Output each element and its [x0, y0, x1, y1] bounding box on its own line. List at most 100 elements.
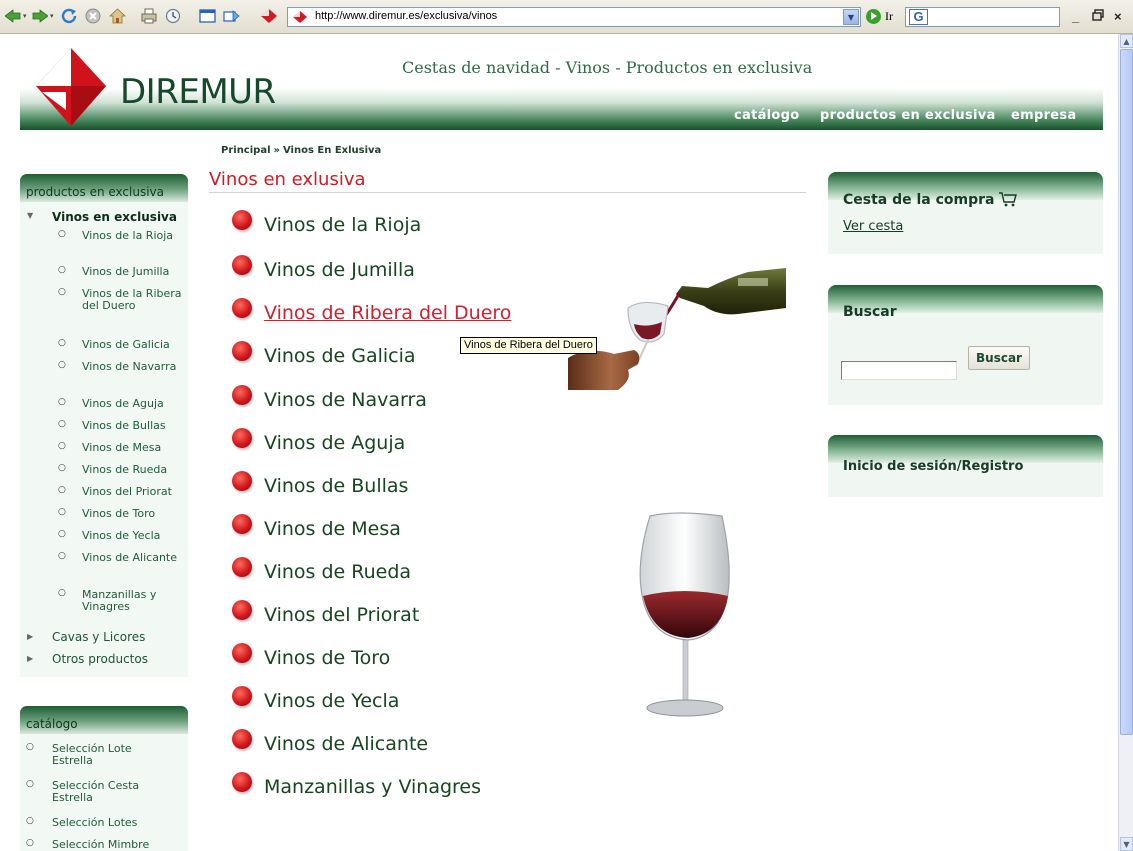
go-button-label[interactable]: Ir — [885, 9, 893, 24]
back-icon[interactable] — [4, 7, 22, 25]
title-divider — [209, 192, 806, 193]
wine-link[interactable]: Manzanillas y Vinagres — [264, 776, 481, 798]
scroll-up-icon[interactable]: ▲ — [1120, 34, 1133, 48]
wine-link[interactable]: Vinos de Navarra — [264, 389, 427, 411]
sidebar-subitem[interactable]: Vinos de Aguja — [82, 398, 182, 410]
forward-dropdown-icon[interactable]: ▾ — [50, 12, 56, 20]
send-page-icon[interactable] — [222, 7, 240, 25]
sidebar-subitem[interactable]: Manzanillas y Vinagres — [82, 589, 182, 613]
wine-link[interactable]: Vinos de Aguja — [264, 432, 405, 454]
wine-link[interactable]: Vinos de la Rioja — [264, 214, 421, 236]
search-input[interactable] — [841, 361, 957, 380]
expanded-arrow-icon[interactable]: ▼ — [27, 211, 33, 220]
collapsed-arrow-icon[interactable]: ▶ — [27, 632, 33, 641]
catalog-item[interactable]: Selección Cesta Estrella — [52, 780, 172, 804]
minimize-button[interactable]: _ — [1072, 9, 1079, 24]
red-ball-icon — [232, 255, 252, 275]
scroll-thumb[interactable] — [1120, 49, 1133, 735]
logo-icon[interactable] — [36, 48, 106, 126]
bullet-icon: ○ — [58, 229, 66, 239]
header-tagline: Cestas de navidad - Vinos - Productos en… — [402, 58, 813, 77]
breadcrumb-home[interactable]: Principal — [221, 145, 271, 156]
sidebar-subitem[interactable]: Vinos de Mesa — [82, 442, 182, 454]
search-button[interactable]: Buscar — [968, 346, 1030, 370]
stop-icon[interactable] — [84, 7, 102, 25]
sidebar-subitem[interactable]: Vinos del Priorat — [82, 486, 182, 498]
scroll-down-icon[interactable]: ▼ — [1120, 837, 1133, 851]
wine-link[interactable]: Vinos de Alicante — [264, 733, 428, 755]
shopping-cart-icon[interactable] — [998, 190, 1018, 212]
collapsed-arrow-icon[interactable]: ▶ — [27, 654, 33, 663]
sidebar-subitem[interactable]: Vinos de Jumilla — [82, 266, 182, 278]
sidebar-subitem[interactable]: Vinos de Yecla — [82, 530, 182, 542]
search-box-body — [828, 313, 1103, 405]
breadcrumb-current[interactable]: Vinos En Exlusiva — [283, 145, 381, 156]
wine-link[interactable]: Vinos de Toro — [264, 647, 390, 669]
bullet-icon: ○ — [58, 551, 66, 561]
site-header: DIREMUR Cestas de navidad - Vinos - Prod… — [20, 40, 1103, 130]
home-icon[interactable] — [108, 7, 126, 25]
wine-link[interactable]: Vinos de Mesa — [264, 518, 401, 540]
wine-link[interactable]: Vinos de Jumilla — [264, 259, 415, 281]
nav-empresa[interactable]: empresa — [1011, 108, 1077, 123]
wine-glass-image — [639, 512, 730, 717]
back-dropdown-icon[interactable]: ▾ — [23, 12, 29, 20]
sidebar-subitem[interactable]: Vinos de Galicia — [82, 339, 182, 351]
sidebar-subitem[interactable]: Vinos de Toro — [82, 508, 182, 520]
red-ball-icon — [232, 428, 252, 448]
window-icon[interactable] — [198, 7, 216, 25]
red-ball-icon — [232, 385, 252, 405]
breadcrumb-separator: » — [273, 145, 280, 156]
sidebar-subitem[interactable]: Vinos de Bullas — [82, 420, 182, 432]
google-search-box[interactable]: G — [905, 7, 1060, 27]
history-icon[interactable] — [164, 7, 182, 25]
wine-link[interactable]: Vinos de Rueda — [264, 561, 411, 583]
sidebar-item-vinos-exclusiva[interactable]: Vinos en exclusiva — [52, 210, 177, 224]
sidebar-subitem[interactable]: Vinos de Alicante — [82, 552, 182, 564]
address-dropdown-icon[interactable]: ▼ — [843, 9, 859, 25]
restore-button[interactable] — [1092, 9, 1104, 24]
wine-link[interactable]: Vinos de Yecla — [264, 690, 399, 712]
login-register-link[interactable]: Inicio de sesión/Registro — [843, 459, 1023, 474]
wine-link[interactable]: Vinos de Ribera del Duero — [264, 302, 511, 324]
sidebar-subitem[interactable]: Vinos de Rueda — [82, 464, 182, 476]
wine-link[interactable]: Vinos de Galicia — [264, 345, 416, 367]
bullet-icon: ○ — [26, 838, 34, 848]
print-icon[interactable] — [140, 7, 158, 25]
bullet-icon: ○ — [58, 588, 66, 598]
wine-link[interactable]: Vinos del Priorat — [264, 604, 419, 626]
red-ball-icon — [232, 686, 252, 706]
sidebar-subitem[interactable]: Vinos de Navarra — [82, 361, 182, 373]
logo-text[interactable]: DIREMUR — [120, 72, 276, 112]
nav-catalogo[interactable]: catálogo — [734, 108, 800, 123]
search-title: Buscar — [843, 304, 897, 320]
sidebar-subitem[interactable]: Vinos de la Rioja — [82, 230, 182, 242]
site-favicon — [260, 7, 278, 25]
view-cart-link[interactable]: Ver cesta — [843, 219, 903, 234]
catalog-item[interactable]: Selección Mimbre — [52, 839, 172, 851]
pouring-wine-image — [568, 268, 786, 390]
sidebar-exclusive-title: productos en exclusiva — [26, 185, 165, 199]
bullet-icon: ○ — [58, 441, 66, 451]
wine-link[interactable]: Vinos de Bullas — [264, 475, 408, 497]
bullet-icon: ○ — [58, 419, 66, 429]
bullet-icon: ○ — [58, 463, 66, 473]
forward-icon[interactable] — [31, 7, 49, 25]
go-icon[interactable] — [866, 9, 881, 24]
address-url[interactable]: http://www.diremur.es/exclusiva/vinos — [315, 10, 497, 22]
nav-productos-exclusiva[interactable]: productos en exclusiva — [820, 108, 996, 123]
bullet-icon: ○ — [58, 265, 66, 275]
address-bar[interactable]: http://www.diremur.es/exclusiva/vinos ▼ — [287, 7, 861, 27]
red-ball-icon — [232, 341, 252, 361]
sidebar-subitem[interactable]: Vinos de la Ribera del Duero — [82, 288, 182, 312]
red-ball-icon — [232, 471, 252, 491]
sidebar-item-otros-productos[interactable]: Otros productos — [52, 652, 148, 666]
catalog-item[interactable]: Selección Lote Estrella — [52, 743, 172, 767]
sidebar-item-cavas-licores[interactable]: Cavas y Licores — [52, 630, 145, 644]
catalog-item[interactable]: Selección Lotes — [52, 817, 172, 829]
google-icon[interactable]: G — [909, 9, 928, 25]
refresh-icon[interactable] — [60, 7, 78, 25]
red-ball-icon — [232, 557, 252, 577]
vertical-scrollbar[interactable]: ▲ ▼ — [1118, 34, 1133, 851]
close-button[interactable]: × — [1114, 9, 1122, 24]
